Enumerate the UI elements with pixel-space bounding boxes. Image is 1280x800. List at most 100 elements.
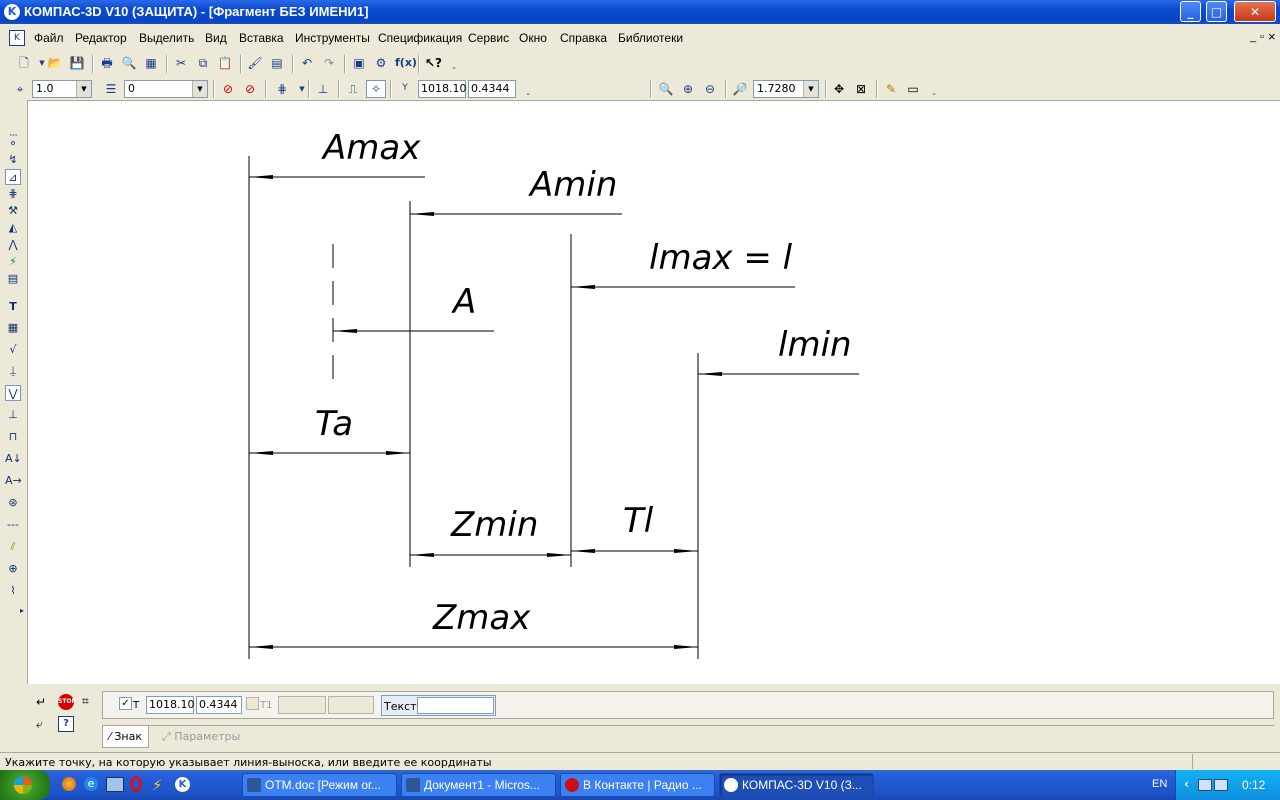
open-icon[interactable]: 📂 xyxy=(47,55,63,71)
menu-libraries[interactable]: Библиотеки xyxy=(618,31,683,45)
center-mark-icon[interactable]: ⊕ xyxy=(5,561,21,577)
parametrization-icon[interactable]: ⋕ xyxy=(5,186,21,202)
manager-icon[interactable]: ▣ xyxy=(351,55,367,71)
table-icon[interactable]: ▦ xyxy=(5,320,21,336)
paste-icon[interactable]: 📋 xyxy=(217,55,233,71)
properties-icon[interactable]: ▤ xyxy=(269,55,285,71)
display-icon[interactable]: ▭ xyxy=(905,81,921,97)
library-manager-icon[interactable]: ⚙ xyxy=(373,55,389,71)
layer-combo[interactable]: 0 ▼ xyxy=(124,80,208,98)
report-icon[interactable]: ▤ xyxy=(5,271,21,287)
stop-icon[interactable]: STOP xyxy=(58,694,76,710)
toolbar-options-icon[interactable]: ⌄ xyxy=(520,85,536,101)
create-object-icon[interactable]: ↵ xyxy=(36,695,46,709)
redo-icon[interactable]: ↷ xyxy=(321,55,337,71)
leader-line-icon[interactable]: ⋁ xyxy=(5,385,21,401)
document-icon[interactable]: K xyxy=(9,30,25,46)
kompas-icon[interactable]: K xyxy=(175,777,190,792)
network-icon-2[interactable] xyxy=(1214,779,1228,791)
t-checkbox[interactable]: ✓ xyxy=(119,697,132,710)
title-bar[interactable]: K КОМПАС-3D V10 (ЗАЩИТА) - [Фрагмент БЕЗ… xyxy=(0,0,1280,24)
maximize-button[interactable]: □ xyxy=(1206,1,1227,22)
wave-line-icon[interactable]: ⌇ xyxy=(5,583,21,599)
copy-icon[interactable]: ⧉ xyxy=(195,55,211,71)
associative-icon[interactable]: ⋀ xyxy=(5,237,21,253)
coord-x-field[interactable]: 1018.10 xyxy=(418,80,467,98)
snap-icon[interactable]: ⊘ xyxy=(220,81,236,97)
start-button[interactable] xyxy=(0,770,50,800)
ortho-icon[interactable]: ⎍ xyxy=(345,81,361,97)
task-kompas[interactable]: КОМПАС-3D V10 (З... xyxy=(719,773,874,797)
save-icon[interactable]: 💾 xyxy=(69,55,85,71)
menu-help[interactable]: Справка xyxy=(560,31,607,45)
spec-icon[interactable]: ⚡ xyxy=(5,254,21,270)
section-line-icon[interactable]: A↓ xyxy=(5,451,22,467)
refresh-icon[interactable]: ✎ xyxy=(883,81,899,97)
view-arrow-icon[interactable]: ⊓ xyxy=(5,429,21,445)
text-field[interactable] xyxy=(417,697,494,714)
hatch-icon[interactable]: ⫽ xyxy=(5,539,21,555)
pan-icon[interactable]: ✥ xyxy=(831,81,847,97)
menu-specification[interactable]: Спецификация xyxy=(378,31,462,45)
zoom-window-icon[interactable]: 🔍 xyxy=(658,81,674,97)
menu-select[interactable]: Выделить xyxy=(139,31,194,45)
cut-icon[interactable]: ✂ xyxy=(173,55,189,71)
arrow-icon[interactable]: A→ xyxy=(5,473,22,489)
toolbar-options-icon[interactable]: ⌄ xyxy=(446,59,462,75)
chevron-down-icon[interactable]: ▼ xyxy=(76,81,91,97)
doc-restore-button[interactable]: ▫ xyxy=(1260,31,1264,43)
axis-icon[interactable]: ⊛ xyxy=(5,495,21,511)
show-all-icon[interactable]: ⊠ xyxy=(853,81,869,97)
step-icon[interactable]: ⌖ xyxy=(12,81,28,97)
local-snap-icon[interactable]: ⊘ xyxy=(242,81,258,97)
grid-icon[interactable]: ⋕ xyxy=(274,81,290,97)
menu-view[interactable]: Вид xyxy=(205,31,227,45)
menu-window[interactable]: Окно xyxy=(519,31,547,45)
centerline-icon[interactable]: ‐‐‐ xyxy=(5,517,21,533)
network-icon[interactable] xyxy=(1198,779,1212,791)
doc-minimize-button[interactable]: _ xyxy=(1250,31,1256,43)
kompas-icon[interactable]: K xyxy=(4,4,20,20)
tab-sign[interactable]: ⁄ Знак xyxy=(102,726,149,748)
dynamic-input-icon[interactable]: ✧ xyxy=(366,80,386,98)
new-document-icon[interactable]: 🗋 xyxy=(16,55,32,71)
measure-icon[interactable]: ⚒ xyxy=(5,203,21,219)
edit-icon[interactable]: ↯ xyxy=(5,152,21,168)
zoom-out-icon[interactable]: ⊖ xyxy=(702,81,718,97)
menu-tools[interactable]: Инструменты xyxy=(295,31,370,45)
print-icon[interactable]: 🖶 xyxy=(99,55,115,71)
show-desktop-icon[interactable] xyxy=(106,777,124,792)
task-vkontakte[interactable]: В Контакте | Радио ... xyxy=(560,773,715,797)
menu-insert[interactable]: Вставка xyxy=(239,31,284,45)
cursor-coordinates-icon[interactable]: Y xyxy=(397,80,413,96)
firefox-icon[interactable] xyxy=(62,777,76,791)
ie-icon[interactable]: e xyxy=(84,777,98,791)
help-icon[interactable]: ? xyxy=(58,716,74,732)
zoom-combo[interactable]: 1.7280 ▼ xyxy=(753,80,819,98)
roughness-icon[interactable]: √ xyxy=(5,342,21,358)
tab-parameters[interactable]: ⤢ Параметры xyxy=(156,726,246,747)
winamp-icon[interactable]: ⚡ xyxy=(152,776,163,794)
zoom-scale-icon[interactable]: 🔎 xyxy=(732,81,748,97)
dimensions-icon[interactable]: ⊿ xyxy=(5,169,21,185)
layer-icon[interactable]: ☰ xyxy=(103,81,119,97)
menu-service[interactable]: Сервис xyxy=(468,31,509,45)
task-otm-doc[interactable]: OTM.doc [Режим ог... xyxy=(242,773,397,797)
t1-checkbox[interactable] xyxy=(246,697,259,710)
step-combo[interactable]: 1.0 ▼ xyxy=(32,80,92,98)
text-icon[interactable]: T xyxy=(5,299,21,315)
local-cs-icon[interactable]: ⊥ xyxy=(315,81,331,97)
base-icon[interactable]: ⍊ xyxy=(5,363,21,379)
language-indicator[interactable]: EN xyxy=(1152,778,1167,790)
undo-icon[interactable]: ↶ xyxy=(299,55,315,71)
toolbar-options-icon[interactable]: ⌄ xyxy=(926,85,942,101)
tolerance-icon[interactable]: ⊥ xyxy=(5,407,21,423)
variables-icon[interactable]: f(x) xyxy=(395,55,417,71)
drawing-canvas[interactable]: Amax Amin lmax = l A lmin Ta Zmin Tl Zma… xyxy=(27,100,1280,684)
selection-icon[interactable]: ◭ xyxy=(5,220,21,236)
zoom-in-icon[interactable]: ⊕ xyxy=(680,81,696,97)
auto-create-icon[interactable]: ⤶ xyxy=(36,717,43,732)
chevron-down-icon[interactable]: ▼ xyxy=(803,81,818,97)
doc-close-button[interactable]: × xyxy=(1268,29,1276,44)
t-x-field[interactable]: 1018.10 xyxy=(146,696,195,714)
